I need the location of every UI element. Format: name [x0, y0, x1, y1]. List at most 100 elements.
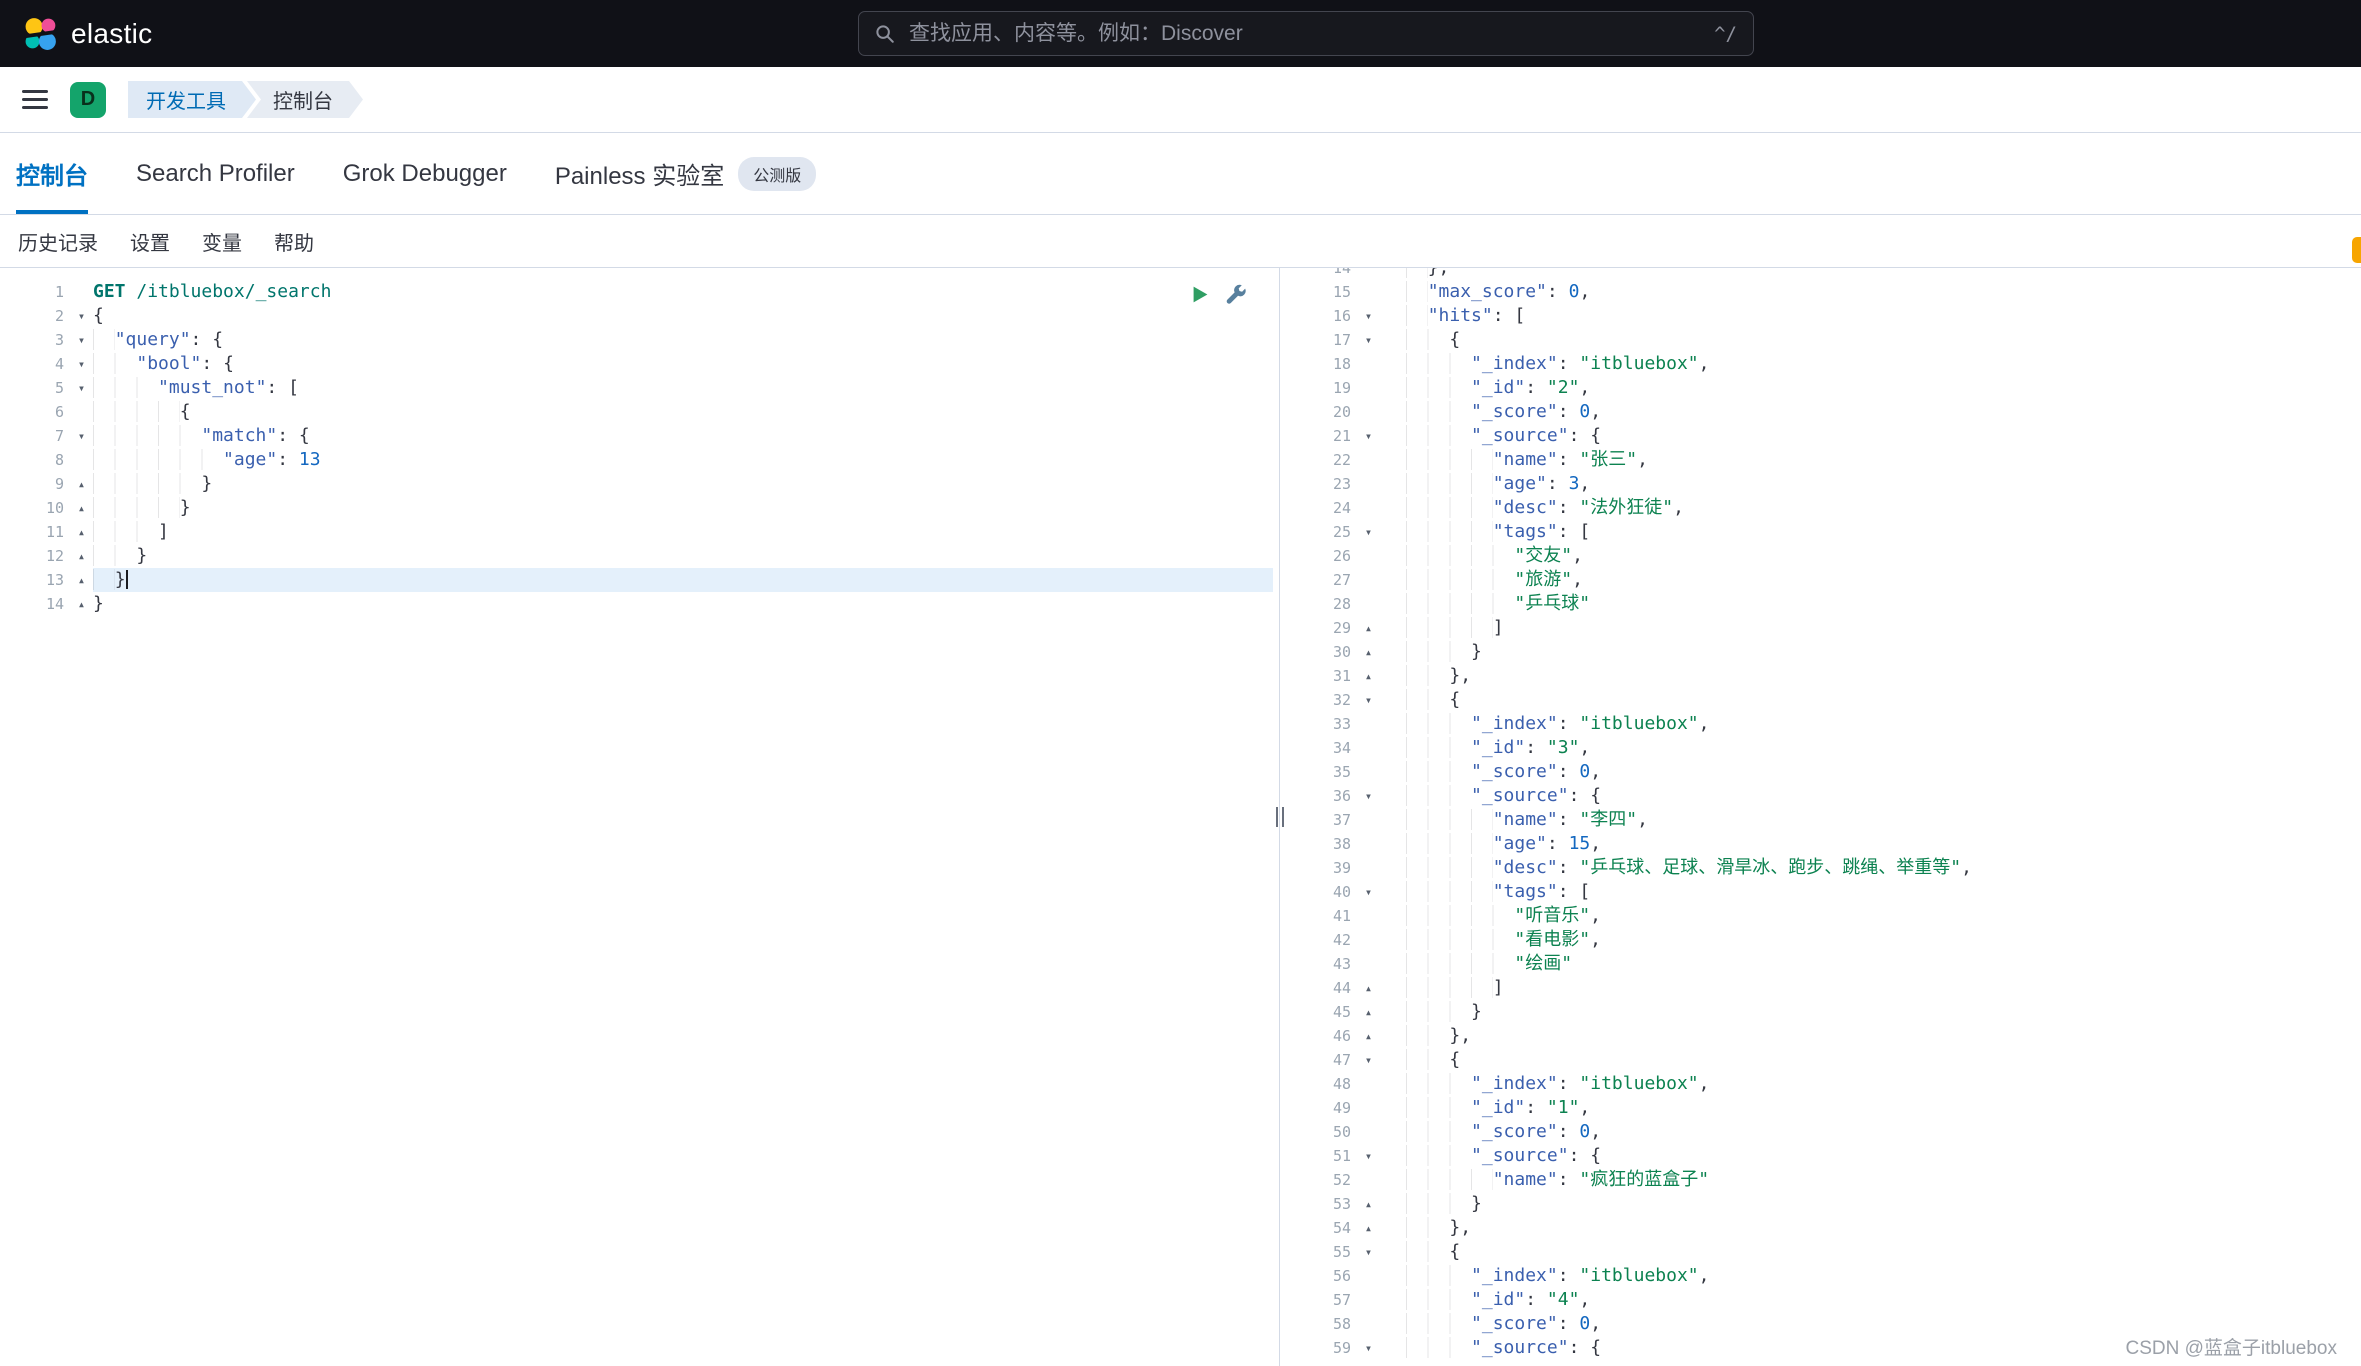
- input-code-line[interactable]: 13 ▴ }: [0, 568, 1273, 592]
- line-number: 9: [54, 475, 64, 493]
- fold-gutter-spacer: [1357, 472, 1380, 496]
- fold-toggle-icon[interactable]: ▴: [1357, 976, 1380, 1000]
- line-number: 50: [1332, 1123, 1351, 1141]
- fold-toggle-icon[interactable]: ▾: [1357, 784, 1380, 808]
- tab-console[interactable]: 控制台: [16, 133, 88, 214]
- input-code-line[interactable]: 5 ▾ "must_not": [: [0, 376, 1273, 400]
- fold-toggle-icon[interactable]: ▾: [1357, 1336, 1380, 1360]
- input-code-line[interactable]: 12 ▴ }: [0, 544, 1273, 568]
- fold-gutter-spacer: [1357, 1168, 1380, 1192]
- fold-toggle-icon[interactable]: ▴: [70, 592, 93, 616]
- tab-grok-debugger[interactable]: Grok Debugger: [343, 133, 507, 214]
- output-code-line: 46 ▴ },: [1287, 1024, 2361, 1048]
- fold-toggle-icon[interactable]: ▴: [1357, 616, 1380, 640]
- fold-gutter-spacer: [1357, 952, 1380, 976]
- fold-toggle-icon[interactable]: ▾: [1357, 1240, 1380, 1264]
- fold-toggle-icon[interactable]: ▾: [70, 376, 93, 400]
- fold-gutter-spacer: [1357, 568, 1380, 592]
- input-code-line[interactable]: 6 {: [0, 400, 1273, 424]
- fold-toggle-icon[interactable]: ▾: [1357, 1144, 1380, 1168]
- line-number: 26: [1332, 547, 1351, 565]
- fold-toggle-icon[interactable]: ▴: [1357, 640, 1380, 664]
- console-input-panel[interactable]: 1 GET /itbluebox/_search 2 ▾{3 ▾ "query": {4…: [0, 268, 1273, 1366]
- global-search-bar[interactable]: ^/: [858, 11, 1754, 56]
- output-code-line: 53 ▴ }: [1287, 1192, 2361, 1216]
- line-number: 19: [1332, 379, 1351, 397]
- output-code-line: 31 ▴ },: [1287, 664, 2361, 688]
- fold-toggle-icon[interactable]: ▴: [1357, 1000, 1380, 1024]
- code-text: "must_not": [: [93, 376, 1273, 400]
- fold-toggle-icon[interactable]: ▾: [1357, 520, 1380, 544]
- breadcrumb-bar: D 开发工具 控制台: [0, 67, 2361, 133]
- input-code-line[interactable]: 3 ▾ "query": {: [0, 328, 1273, 352]
- code-text: "_id": "2",: [1380, 376, 2361, 400]
- code-text: }: [93, 568, 1273, 592]
- fold-gutter-spacer: [1357, 496, 1380, 520]
- fold-toggle-icon[interactable]: ▴: [70, 496, 93, 520]
- input-code-line[interactable]: 11 ▴ ]: [0, 520, 1273, 544]
- elastic-home-link[interactable]: elastic: [24, 17, 152, 51]
- line-number: 59: [1332, 1339, 1351, 1357]
- fold-gutter-spacer: [1357, 1120, 1380, 1144]
- breadcrumb-console[interactable]: 控制台: [247, 81, 363, 118]
- fold-gutter-spacer: [1357, 1264, 1380, 1288]
- fold-toggle-icon[interactable]: ▾: [70, 304, 93, 328]
- tab-search-profiler[interactable]: Search Profiler: [136, 133, 295, 214]
- settings-button[interactable]: 设置: [130, 227, 170, 256]
- search-shortcut-hint: ^/: [1714, 22, 1737, 45]
- fold-toggle-icon[interactable]: ▴: [1357, 1192, 1380, 1216]
- fold-toggle-icon[interactable]: ▾: [70, 424, 93, 448]
- code-text: "_index": "itbluebox",: [1380, 1264, 2361, 1288]
- fold-toggle-icon[interactable]: ▾: [1357, 424, 1380, 448]
- code-text: "_id": "1",: [1380, 1096, 2361, 1120]
- fold-toggle-icon[interactable]: ▾: [1357, 1048, 1380, 1072]
- menu-button[interactable]: [22, 90, 48, 109]
- help-button[interactable]: 帮助: [274, 227, 314, 256]
- code-text: "旅游",: [1380, 568, 2361, 592]
- variables-button[interactable]: 变量: [202, 227, 242, 256]
- edge-button-fragment[interactable]: [2352, 237, 2361, 263]
- fold-toggle-icon[interactable]: ▴: [1357, 664, 1380, 688]
- play-icon: [1193, 286, 1208, 303]
- fold-toggle-icon[interactable]: ▴: [70, 568, 93, 592]
- send-request-button[interactable]: [1189, 284, 1210, 305]
- line-number: 20: [1332, 403, 1351, 421]
- input-code-line[interactable]: 14 ▴}: [0, 592, 1273, 616]
- input-code-line[interactable]: 10 ▴ }: [0, 496, 1273, 520]
- output-code-line: 40 ▾ "tags": [: [1287, 880, 2361, 904]
- input-code-line[interactable]: 2 ▾{: [0, 304, 1273, 328]
- fold-toggle-icon[interactable]: ▴: [70, 544, 93, 568]
- line-number: 46: [1332, 1027, 1351, 1045]
- request-options-button[interactable]: [1226, 284, 1247, 305]
- fold-toggle-icon[interactable]: ▴: [70, 520, 93, 544]
- fold-toggle-icon[interactable]: ▴: [1357, 1024, 1380, 1048]
- line-number: 8: [54, 451, 64, 469]
- space-avatar[interactable]: D: [70, 81, 106, 118]
- code-text: "age": 3,: [1380, 472, 2361, 496]
- fold-toggle-icon[interactable]: ▴: [1357, 1216, 1380, 1240]
- code-text: "_score": 0,: [1380, 400, 2361, 424]
- line-number: 52: [1332, 1171, 1351, 1189]
- input-code-line[interactable]: 4 ▾ "bool": {: [0, 352, 1273, 376]
- fold-toggle-icon[interactable]: ▾: [1357, 688, 1380, 712]
- tab-painless-lab[interactable]: Painless 实验室 公测版: [555, 133, 817, 214]
- fold-toggle-icon[interactable]: ▴: [70, 472, 93, 496]
- panel-resizer[interactable]: [1273, 268, 1287, 1366]
- history-button[interactable]: 历史记录: [18, 227, 98, 256]
- input-code-line[interactable]: 8 "age": 13: [0, 448, 1273, 472]
- fold-toggle-icon[interactable]: ▾: [70, 328, 93, 352]
- fold-toggle-icon[interactable]: ▾: [70, 352, 93, 376]
- input-code-line[interactable]: 9 ▴ }: [0, 472, 1273, 496]
- output-code-line: 54 ▴ },: [1287, 1216, 2361, 1240]
- input-code-line[interactable]: 1 GET /itbluebox/_search: [0, 280, 1273, 304]
- fold-toggle-icon[interactable]: ▾: [1357, 328, 1380, 352]
- output-code-line: 16 ▾ "hits": [: [1287, 304, 2361, 328]
- input-code-line[interactable]: 7 ▾ "match": {: [0, 424, 1273, 448]
- fold-toggle-icon[interactable]: ▾: [1357, 880, 1380, 904]
- code-text: }: [93, 472, 1273, 496]
- fold-toggle-icon[interactable]: ▾: [1357, 304, 1380, 328]
- line-number: 45: [1332, 1003, 1351, 1021]
- search-input[interactable]: [907, 20, 1703, 47]
- fold-gutter-spacer: [1357, 904, 1380, 928]
- breadcrumb-dev-tools[interactable]: 开发工具: [128, 81, 256, 118]
